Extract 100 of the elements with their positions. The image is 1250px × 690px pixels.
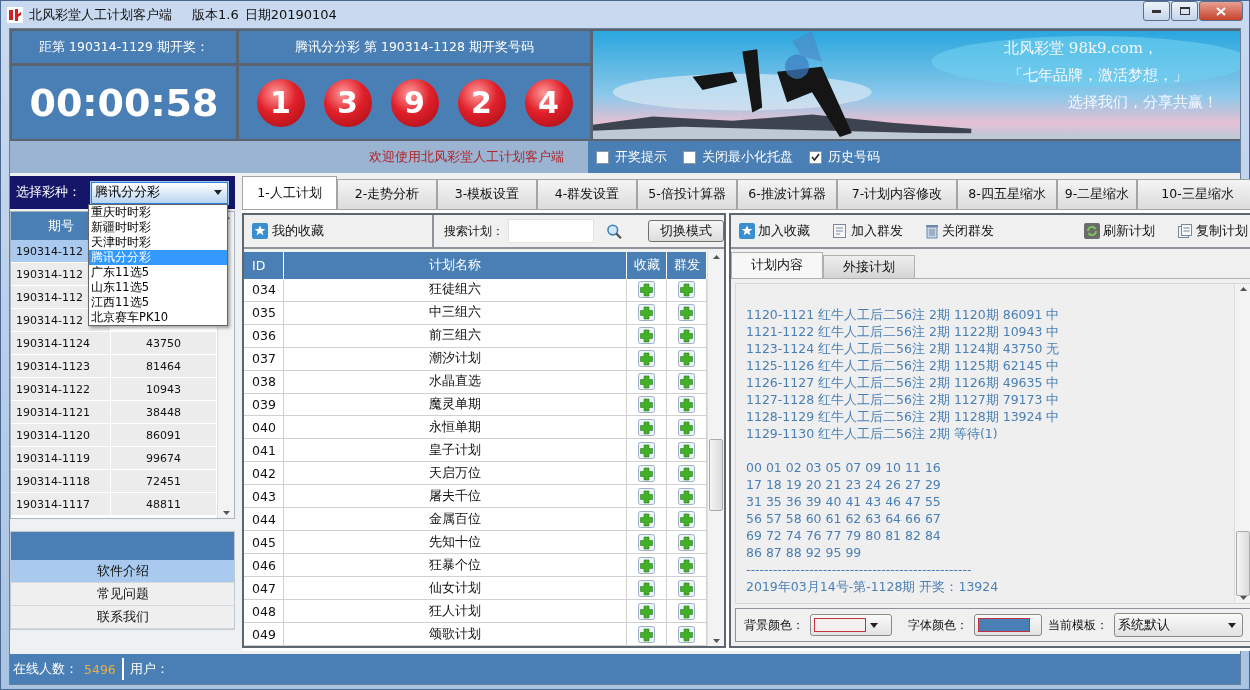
menu-item[interactable]: 软件介绍 — [11, 560, 234, 583]
plus-icon[interactable] — [678, 579, 695, 597]
template-select[interactable]: 系统默认 — [1114, 613, 1243, 637]
plus-icon[interactable] — [678, 556, 695, 574]
scroll-thumb[interactable] — [709, 439, 723, 511]
arrow-up-icon[interactable] — [712, 255, 720, 259]
plus-icon[interactable] — [638, 373, 655, 390]
toolbar-button[interactable]: 关闭群发 — [925, 222, 994, 240]
toolbar-button[interactable]: 加入收藏 — [739, 222, 810, 240]
font-color-picker[interactable] — [974, 614, 1042, 636]
search-icon[interactable] — [605, 222, 623, 240]
plus-icon[interactable] — [638, 304, 655, 322]
plus-icon[interactable] — [678, 350, 695, 368]
plus-icon[interactable] — [678, 327, 695, 345]
tab[interactable]: 3-模板设置 — [437, 179, 537, 209]
dropdown-option[interactable]: 广东11选5 — [89, 265, 227, 280]
switch-mode-button[interactable]: 切换模式 — [648, 220, 724, 242]
plus-icon[interactable] — [638, 464, 655, 482]
number-list-line: 31 35 36 39 40 41 43 46 47 55 — [746, 493, 942, 510]
plus-icon[interactable] — [678, 418, 695, 436]
table-cell[interactable]: 190314-112 — [16, 290, 83, 304]
plus-icon[interactable] — [638, 350, 655, 368]
lottery-label: 选择彩种： — [16, 184, 81, 201]
font-color-label: 字体颜色： — [908, 616, 968, 634]
plus-icon[interactable] — [678, 510, 695, 528]
plus-icon[interactable] — [638, 327, 655, 345]
plus-icon[interactable] — [638, 487, 655, 505]
tab[interactable]: 4-群发设置 — [537, 179, 637, 209]
checkbox[interactable] — [809, 150, 822, 164]
favorites-button[interactable]: 我的收藏 — [244, 215, 434, 247]
table-cell: 046 — [244, 554, 284, 577]
tab[interactable]: 2-走势分析 — [337, 179, 437, 209]
tab[interactable]: 7-计划内容修改 — [837, 179, 957, 209]
plus-icon[interactable] — [678, 441, 695, 459]
tab[interactable]: 9-二星缩水 — [1057, 179, 1137, 209]
dropdown-option[interactable]: 山东11选5 — [89, 280, 227, 295]
plus-icon[interactable] — [638, 395, 655, 413]
maximize-icon — [1179, 7, 1190, 15]
number-list-line: 69 72 74 76 77 79 80 81 82 84 — [746, 527, 942, 544]
toolbar-button[interactable]: 加入群发 — [832, 222, 903, 240]
online-count: 5496 — [84, 661, 116, 677]
plan-record-line: 1120-1121 红牛人工后二56注 2期 1120期 86091 中 — [746, 306, 1061, 323]
plus-icon[interactable] — [678, 395, 695, 413]
background-color-picker[interactable] — [810, 614, 892, 636]
scrollbar[interactable] — [707, 252, 724, 646]
table-cell: 048 — [244, 600, 284, 623]
search-field[interactable] — [507, 219, 594, 243]
banner-slogan: 「七年品牌，激活梦想，」 — [1008, 66, 1188, 85]
plus-icon[interactable] — [638, 533, 655, 551]
tab[interactable]: 10-三星缩水 — [1137, 179, 1250, 209]
option-label: 开奖提示 — [615, 148, 667, 166]
plus-icon[interactable] — [638, 418, 655, 436]
checkbox[interactable] — [596, 150, 609, 164]
table-cell[interactable]: 190314-112 — [16, 313, 83, 327]
maximize-button[interactable] — [1171, 1, 1198, 21]
toolbar-button[interactable]: 复制计划 — [1177, 222, 1248, 240]
color-swatch — [814, 618, 866, 632]
checkbox[interactable] — [683, 150, 696, 164]
refresh-icon — [1084, 223, 1100, 239]
plus-icon[interactable] — [638, 579, 655, 597]
dropdown-option[interactable]: 新疆时时彩 — [89, 220, 227, 235]
tab[interactable]: 5-倍投计算器 — [637, 179, 737, 209]
table-cell: 037 — [244, 347, 284, 370]
plus-icon[interactable] — [638, 556, 655, 574]
tab[interactable]: 计划内容 — [731, 252, 823, 278]
lottery-select[interactable]: 腾讯分分彩 — [91, 181, 228, 204]
arrow-down-icon[interactable] — [222, 511, 230, 515]
plus-icon[interactable] — [638, 441, 655, 459]
plus-icon[interactable] — [678, 281, 695, 299]
scroll-thumb[interactable] — [1236, 530, 1250, 597]
arrow-up-icon[interactable] — [1239, 287, 1247, 291]
plus-icon[interactable] — [638, 602, 655, 620]
plus-icon[interactable] — [678, 373, 695, 390]
toolbar-button[interactable]: 刷新计划 — [1084, 222, 1155, 240]
tab[interactable]: 1-人工计划 — [242, 176, 337, 209]
plus-icon[interactable] — [678, 464, 695, 482]
plus-icon[interactable] — [638, 510, 655, 528]
document-icon — [832, 223, 848, 239]
scrollbar[interactable] — [1234, 284, 1250, 603]
plus-icon[interactable] — [678, 304, 695, 322]
arrow-down-icon[interactable] — [712, 639, 720, 643]
dropdown-option[interactable]: 江西11选5 — [89, 295, 227, 310]
dropdown-option[interactable]: 天津时时彩 — [89, 235, 227, 250]
tab[interactable]: 6-推波计算器 — [737, 179, 837, 209]
trash-icon — [925, 223, 939, 239]
tab[interactable]: 外接计划 — [823, 255, 915, 278]
arrow-down-icon[interactable] — [1239, 596, 1247, 600]
dropdown-option[interactable]: 北京赛车PK10 — [89, 310, 227, 325]
minimize-button[interactable] — [1143, 1, 1170, 21]
tab[interactable]: 8-四五星缩水 — [957, 179, 1057, 209]
plus-icon[interactable] — [678, 487, 695, 505]
plus-icon[interactable] — [638, 281, 655, 299]
window-title: 北风彩堂人工计划客户端 — [29, 5, 172, 24]
plus-icon[interactable] — [638, 625, 655, 643]
table-cell[interactable]: 190314-112 — [16, 267, 83, 281]
plus-icon[interactable] — [678, 602, 695, 620]
plus-icon[interactable] — [678, 625, 695, 643]
plus-icon[interactable] — [678, 533, 695, 551]
close-button[interactable] — [1199, 1, 1243, 21]
dropdown-option[interactable]: 重庆时时彩 — [89, 205, 227, 220]
